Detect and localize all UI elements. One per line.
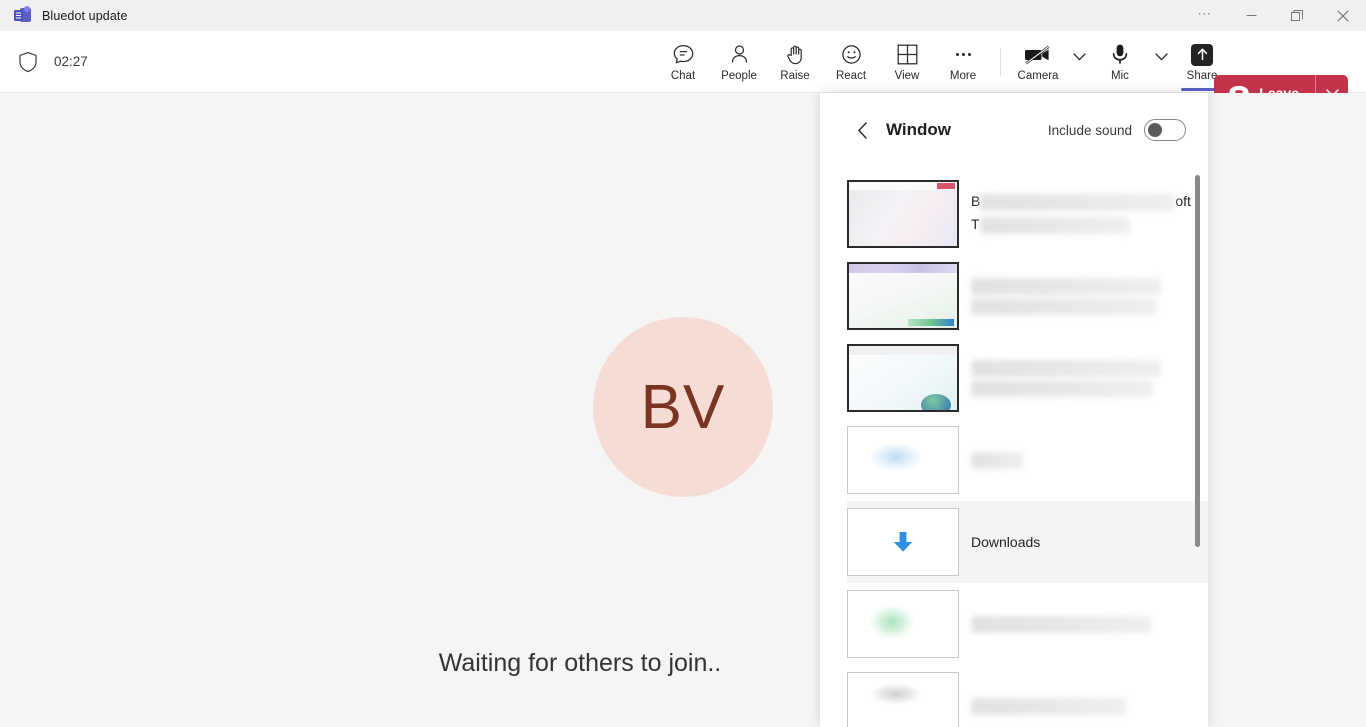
window-item-downloads[interactable]: Downloads bbox=[847, 501, 1208, 583]
share-panel-title: Window bbox=[886, 120, 951, 139]
toolbar-camera-button[interactable]: Camera bbox=[1010, 33, 1066, 91]
meeting-timer: 02:27 bbox=[54, 54, 88, 69]
window-controls: ⋯ bbox=[1182, 0, 1366, 31]
window-label: Downloads bbox=[971, 534, 1196, 550]
toolbar-divider bbox=[1000, 48, 1001, 76]
window-label-visible-prefix: B bbox=[971, 193, 981, 210]
avatar: BV bbox=[593, 317, 773, 497]
window-label bbox=[971, 613, 1196, 636]
toolbar-people-button[interactable]: People bbox=[711, 33, 767, 91]
raised-hand-icon bbox=[784, 43, 807, 67]
ellipsis-icon bbox=[952, 43, 975, 67]
share-content-panel: Window Include sound Boft T Downloads bbox=[820, 93, 1208, 727]
toolbar-raise-label: Raise bbox=[780, 69, 810, 82]
window-item-3[interactable] bbox=[847, 337, 1208, 419]
window-list-scrollbar[interactable] bbox=[1195, 175, 1200, 547]
smiley-face-icon bbox=[840, 43, 863, 67]
toolbar-people-label: People bbox=[721, 69, 757, 82]
window-thumbnail bbox=[847, 426, 959, 494]
redacted-text-line2 bbox=[971, 379, 1153, 397]
title-bar: Bluedot update ⋯ bbox=[0, 0, 1366, 31]
toolbar-mic-label: Mic bbox=[1111, 69, 1129, 82]
mic-options-chevron-down-icon[interactable] bbox=[1148, 33, 1174, 91]
toolbar-chat-label: Chat bbox=[670, 69, 696, 82]
teams-logo-icon bbox=[14, 6, 31, 24]
include-sound-label: Include sound bbox=[1047, 122, 1132, 138]
window-title: Bluedot update bbox=[42, 8, 128, 23]
toolbar-share-label: Share bbox=[1186, 69, 1218, 82]
toolbar-raise-button[interactable]: Raise bbox=[767, 33, 823, 91]
window-item-1[interactable]: Boft T bbox=[847, 173, 1208, 255]
chevron-left-icon[interactable] bbox=[850, 118, 874, 142]
share-panel-header: Window Include sound bbox=[820, 93, 1208, 167]
window-thumbnail bbox=[847, 590, 959, 658]
window-item-2[interactable] bbox=[847, 255, 1208, 337]
include-sound-control: Include sound bbox=[1048, 119, 1186, 141]
window-label-visible-suffix: oft bbox=[1175, 193, 1191, 210]
redacted-text bbox=[971, 451, 1023, 469]
redacted-text bbox=[980, 194, 1176, 211]
redacted-text-line2 bbox=[971, 297, 1156, 315]
title-bar-left: Bluedot update bbox=[0, 6, 128, 24]
redacted-text bbox=[971, 359, 1161, 377]
window-thumbnail bbox=[847, 180, 959, 248]
toolbar-view-button[interactable]: View bbox=[879, 33, 935, 91]
toolbar-camera-label: Camera bbox=[1017, 69, 1059, 82]
toolbar-react-label: React bbox=[835, 69, 867, 82]
camera-options-chevron-down-icon[interactable] bbox=[1066, 33, 1092, 91]
toolbar-mic-button[interactable]: Mic bbox=[1092, 33, 1148, 91]
window-label: Boft T bbox=[971, 191, 1196, 237]
window-list[interactable]: Boft T Downloads bbox=[820, 173, 1208, 727]
window-label-text: Downloads bbox=[971, 534, 1041, 550]
redacted-text bbox=[971, 615, 1151, 633]
titlebar-more-icon[interactable]: ⋯ bbox=[1182, 0, 1228, 31]
redacted-text-line2 bbox=[979, 217, 1130, 234]
meeting-toolbar: 02:27 Chat People Raise React View More … bbox=[0, 31, 1366, 111]
download-arrow-icon bbox=[848, 509, 958, 575]
toolbar-more-button[interactable]: More bbox=[935, 33, 991, 91]
window-item-4[interactable] bbox=[847, 419, 1208, 501]
chat-bubble-icon bbox=[672, 43, 695, 67]
minimize-icon[interactable] bbox=[1228, 0, 1274, 31]
grid-icon bbox=[897, 43, 918, 67]
toolbar-react-button[interactable]: React bbox=[823, 33, 879, 91]
teams-meeting-window: Bluedot update ⋯ 02:27 Chat People Raise… bbox=[0, 0, 1366, 727]
redacted-text bbox=[971, 277, 1161, 295]
window-thumbnail bbox=[847, 508, 959, 576]
window-item-7[interactable] bbox=[847, 665, 1208, 727]
toolbar-chat-button[interactable]: Chat bbox=[655, 33, 711, 91]
window-label bbox=[971, 275, 1196, 318]
toggle-knob bbox=[1148, 123, 1162, 137]
avatar-initials: BV bbox=[640, 372, 726, 442]
include-sound-toggle[interactable] bbox=[1144, 119, 1186, 141]
window-item-6[interactable] bbox=[847, 583, 1208, 665]
window-thumbnail bbox=[847, 344, 959, 412]
window-label bbox=[971, 695, 1196, 718]
window-label-line2: T bbox=[971, 216, 980, 233]
microphone-icon bbox=[1110, 43, 1130, 67]
person-icon bbox=[728, 43, 751, 67]
window-thumbnail bbox=[847, 672, 959, 727]
redacted-text bbox=[971, 697, 1126, 715]
close-icon[interactable] bbox=[1320, 0, 1366, 31]
toolbar-view-label: View bbox=[894, 69, 920, 82]
toolbar-center: Chat People Raise React View More Camera… bbox=[655, 31, 1230, 93]
camera-off-icon bbox=[1025, 43, 1051, 67]
share-screen-icon bbox=[1191, 43, 1213, 67]
window-label bbox=[971, 357, 1196, 400]
window-thumbnail bbox=[847, 262, 959, 330]
toolbar-left: 02:27 bbox=[0, 51, 88, 73]
toolbar-more-label: More bbox=[949, 69, 977, 82]
window-label bbox=[971, 449, 1196, 472]
restore-window-icon[interactable] bbox=[1274, 0, 1320, 31]
shield-icon bbox=[18, 51, 38, 73]
